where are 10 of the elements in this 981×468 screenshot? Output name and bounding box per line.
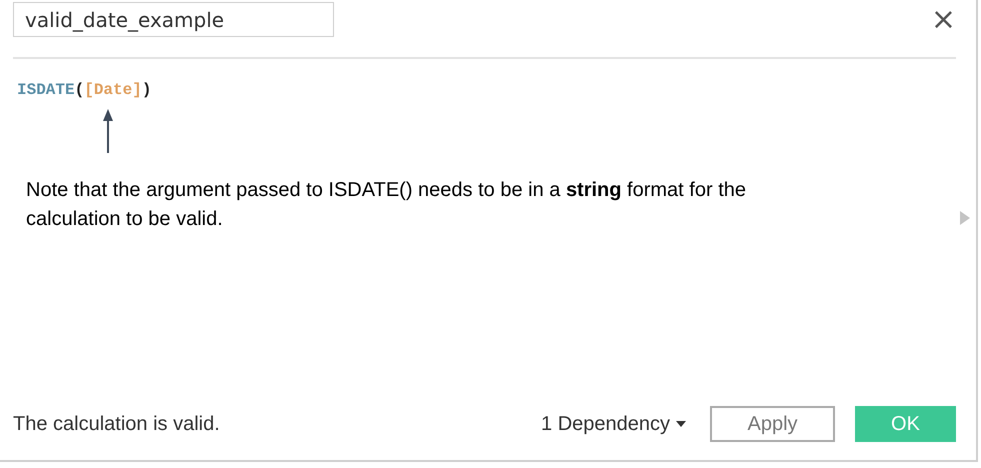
up-arrow-icon	[103, 109, 113, 153]
dependency-dropdown[interactable]: 1 Dependency	[541, 412, 686, 436]
expand-triangle-icon[interactable]	[960, 211, 970, 225]
close-button[interactable]: ×	[930, 4, 956, 34]
apply-button[interactable]: Apply	[710, 406, 835, 442]
formula-text[interactable]: ISDATE([Date])	[17, 81, 152, 99]
name-field[interactable]: valid_date_example	[13, 2, 334, 37]
caret-icon	[676, 421, 686, 427]
status-text: The calculation is valid.	[13, 412, 221, 436]
annotation-text: Note that the argument passed to ISDATE() needs to be in a string format for the calculation to be valid.	[26, 178, 747, 232]
